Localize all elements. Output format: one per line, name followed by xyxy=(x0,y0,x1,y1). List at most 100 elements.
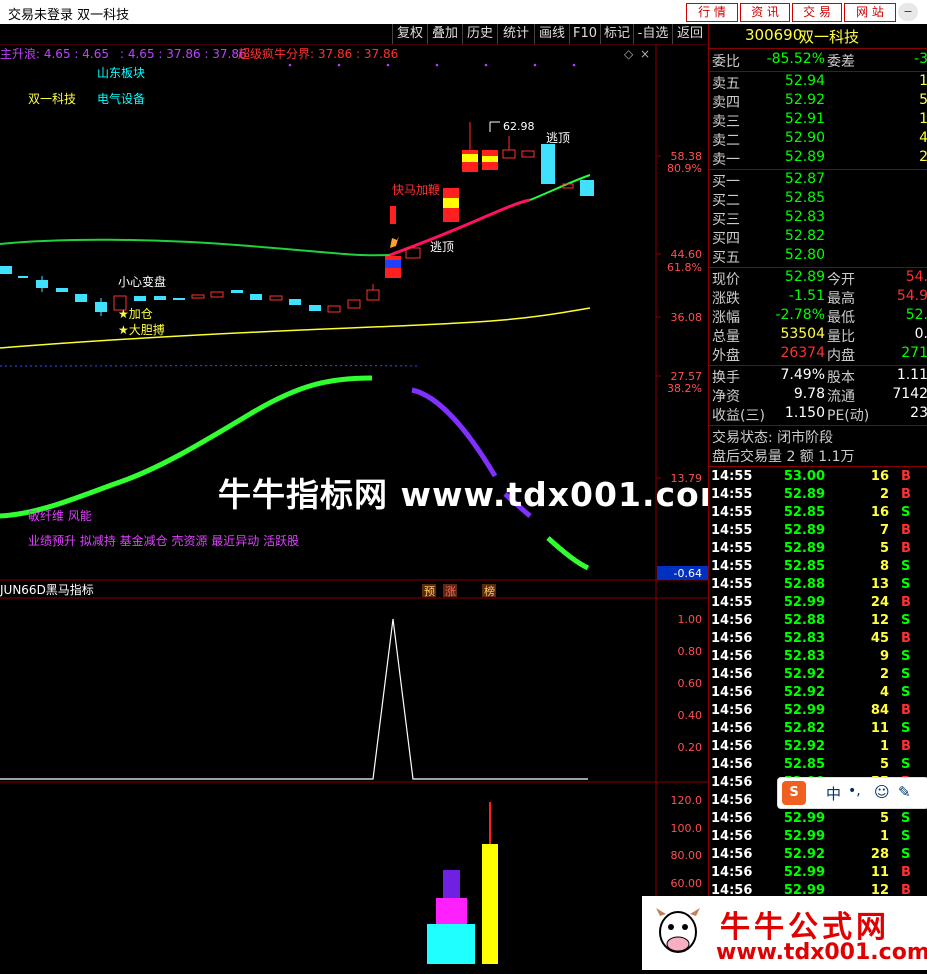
tick-price: 52.89 xyxy=(767,523,825,538)
tick-time: 14:56 xyxy=(711,847,752,862)
toolbar-f10[interactable]: F10 xyxy=(569,24,600,44)
ime-lang[interactable]: 中 xyxy=(826,783,841,804)
quote-header: 300690 双一科技 xyxy=(709,26,927,45)
nav-trade-button[interactable]: 交 易 xyxy=(792,3,842,22)
nav-quotes-button[interactable]: 行 情 xyxy=(686,3,738,22)
toolbar-fuquan[interactable]: 复权 xyxy=(392,24,427,44)
quote-panel: 300690 双一科技 委比 -85.52% 委差 -3 卖五52.941 卖四… xyxy=(708,24,927,970)
tick-price: 52.92 xyxy=(767,847,825,862)
toolbar-draw[interactable]: 画线 xyxy=(534,24,569,44)
trend-curve-green-2 xyxy=(548,538,588,568)
price-ticks xyxy=(656,156,661,478)
pen-icon[interactable]: ✎ xyxy=(898,783,911,801)
sogou-icon[interactable]: S xyxy=(782,781,806,805)
tick-row: 14:5553.0016B xyxy=(709,469,927,487)
ime-punct[interactable]: •, xyxy=(848,783,861,799)
tick-row: 14:5552.895B xyxy=(709,541,927,559)
tick-price: 52.99 xyxy=(767,865,825,880)
watermark: 牛牛指标网 www.tdx001.com xyxy=(218,468,735,516)
tick-time: 14:56 xyxy=(711,703,752,718)
tick-vol: 28 xyxy=(849,847,889,862)
sub-tag-3: 榜 xyxy=(484,584,495,598)
tick-price: 52.85 xyxy=(767,559,825,574)
price-axis: 58.38 80.9% 44.60 61.8% 36.08 27.57 38.2… xyxy=(667,150,702,485)
tick-time: 14:56 xyxy=(711,631,752,646)
tick-row: 14:5652.9911B xyxy=(709,865,927,883)
toolbar-watchlist[interactable]: -自选 xyxy=(633,24,672,44)
tick-time: 14:55 xyxy=(711,487,752,502)
tick-price: 52.89 xyxy=(767,541,825,556)
toolbar-history[interactable]: 历史 xyxy=(462,24,497,44)
smile-icon[interactable]: ☺ xyxy=(874,783,890,801)
tick-row: 14:56 52.92 28 S xyxy=(709,847,927,865)
tick-vol: 11 xyxy=(849,721,889,736)
bar-cyan xyxy=(427,924,475,964)
tick-row: 14:5552.9924B xyxy=(709,595,927,613)
sub-tag-1: 预 xyxy=(424,585,435,598)
minimize-icon[interactable]: − xyxy=(898,3,918,21)
tick-price: 52.85 xyxy=(767,505,825,520)
tick-price: 52.88 xyxy=(767,613,825,628)
sector-label: 山东板块 xyxy=(97,66,145,80)
tick-side: S xyxy=(901,559,910,574)
tick-row: 14:5652.839S xyxy=(709,649,927,667)
tick-price: 52.92 xyxy=(767,685,825,700)
tick-side: S xyxy=(901,667,910,682)
horse-icon xyxy=(390,236,399,248)
tick-side: S xyxy=(901,811,910,826)
current-price-value: -0.64 xyxy=(674,567,702,580)
tick-row: 14:5552.8813S xyxy=(709,577,927,595)
tick-time: 14:56 xyxy=(711,613,752,628)
close-icon[interactable]: × xyxy=(640,47,650,61)
svg-text:80.9%: 80.9% xyxy=(667,162,702,175)
svg-text:120.0: 120.0 xyxy=(671,794,703,807)
tick-side: B xyxy=(901,703,911,718)
signal-dots xyxy=(289,64,576,67)
bar-yellow xyxy=(482,844,498,964)
tick-price: 53.00 xyxy=(767,469,825,484)
tick-price: 52.99 xyxy=(767,703,825,718)
annot-dadanbo: ★大胆搏 xyxy=(118,323,165,337)
toolbar-stats[interactable]: 统计 xyxy=(497,24,534,44)
nav-website-button[interactable]: 网 站 xyxy=(844,3,896,22)
tick-row: 14:5652.921B xyxy=(709,739,927,757)
svg-text:0.80: 0.80 xyxy=(678,645,703,658)
tick-vol: 24 xyxy=(849,595,889,610)
sub-tag-2: 涨 xyxy=(445,585,456,598)
tick-side: B xyxy=(901,469,911,484)
tick-side: S xyxy=(901,577,910,592)
tick-vol: 2 xyxy=(849,487,889,502)
diamond-icon[interactable]: ◇ xyxy=(624,47,634,61)
tick-side: S xyxy=(901,757,910,772)
tick-side: S xyxy=(901,847,910,862)
tick-price: 52.92 xyxy=(767,739,825,754)
tick-row: 14:5552.897B xyxy=(709,523,927,541)
concept-label: 敏纤维 风能 xyxy=(28,508,92,523)
tick-price: 52.88 xyxy=(767,577,825,592)
tick-price: 52.89 xyxy=(767,487,825,502)
tick-row: 14:5552.8516S xyxy=(709,505,927,523)
toolbar-mark[interactable]: 标记 xyxy=(600,24,633,44)
tick-vol: 13 xyxy=(849,577,889,592)
tick-time: 14:55 xyxy=(711,505,752,520)
tick-side: S xyxy=(901,829,910,844)
svg-text:1.00: 1.00 xyxy=(678,613,703,626)
tick-time: 14:55 xyxy=(711,595,752,610)
svg-text:60.00: 60.00 xyxy=(671,877,703,890)
toolbar-back[interactable]: 返回 xyxy=(672,24,707,44)
tick-row: 14:5552.858S xyxy=(709,559,927,577)
tick-price: 52.92 xyxy=(767,667,825,682)
tick-time: 14:55 xyxy=(711,523,752,538)
tick-side: B xyxy=(901,541,911,556)
nav-news-button[interactable]: 资 讯 xyxy=(740,3,790,22)
ime-toolbar[interactable]: S 中 •, ☺ ✎ xyxy=(777,777,927,809)
indicator-main: 主升浪: 4.65 : 4.65 xyxy=(0,46,109,61)
tick-time: 14:56 xyxy=(711,865,752,880)
site-logo: 牛牛公式网 www.tdx001.com xyxy=(642,896,927,970)
tick-price: 52.99 xyxy=(767,829,825,844)
toolbar-diejia[interactable]: 叠加 xyxy=(427,24,462,44)
sub1-axis: 1.00 0.80 0.60 0.40 0.20 xyxy=(678,613,703,754)
tick-time: 14:56 xyxy=(711,721,752,736)
tick-time: 14:55 xyxy=(711,541,752,556)
tick-time: 14:56 xyxy=(711,739,752,754)
